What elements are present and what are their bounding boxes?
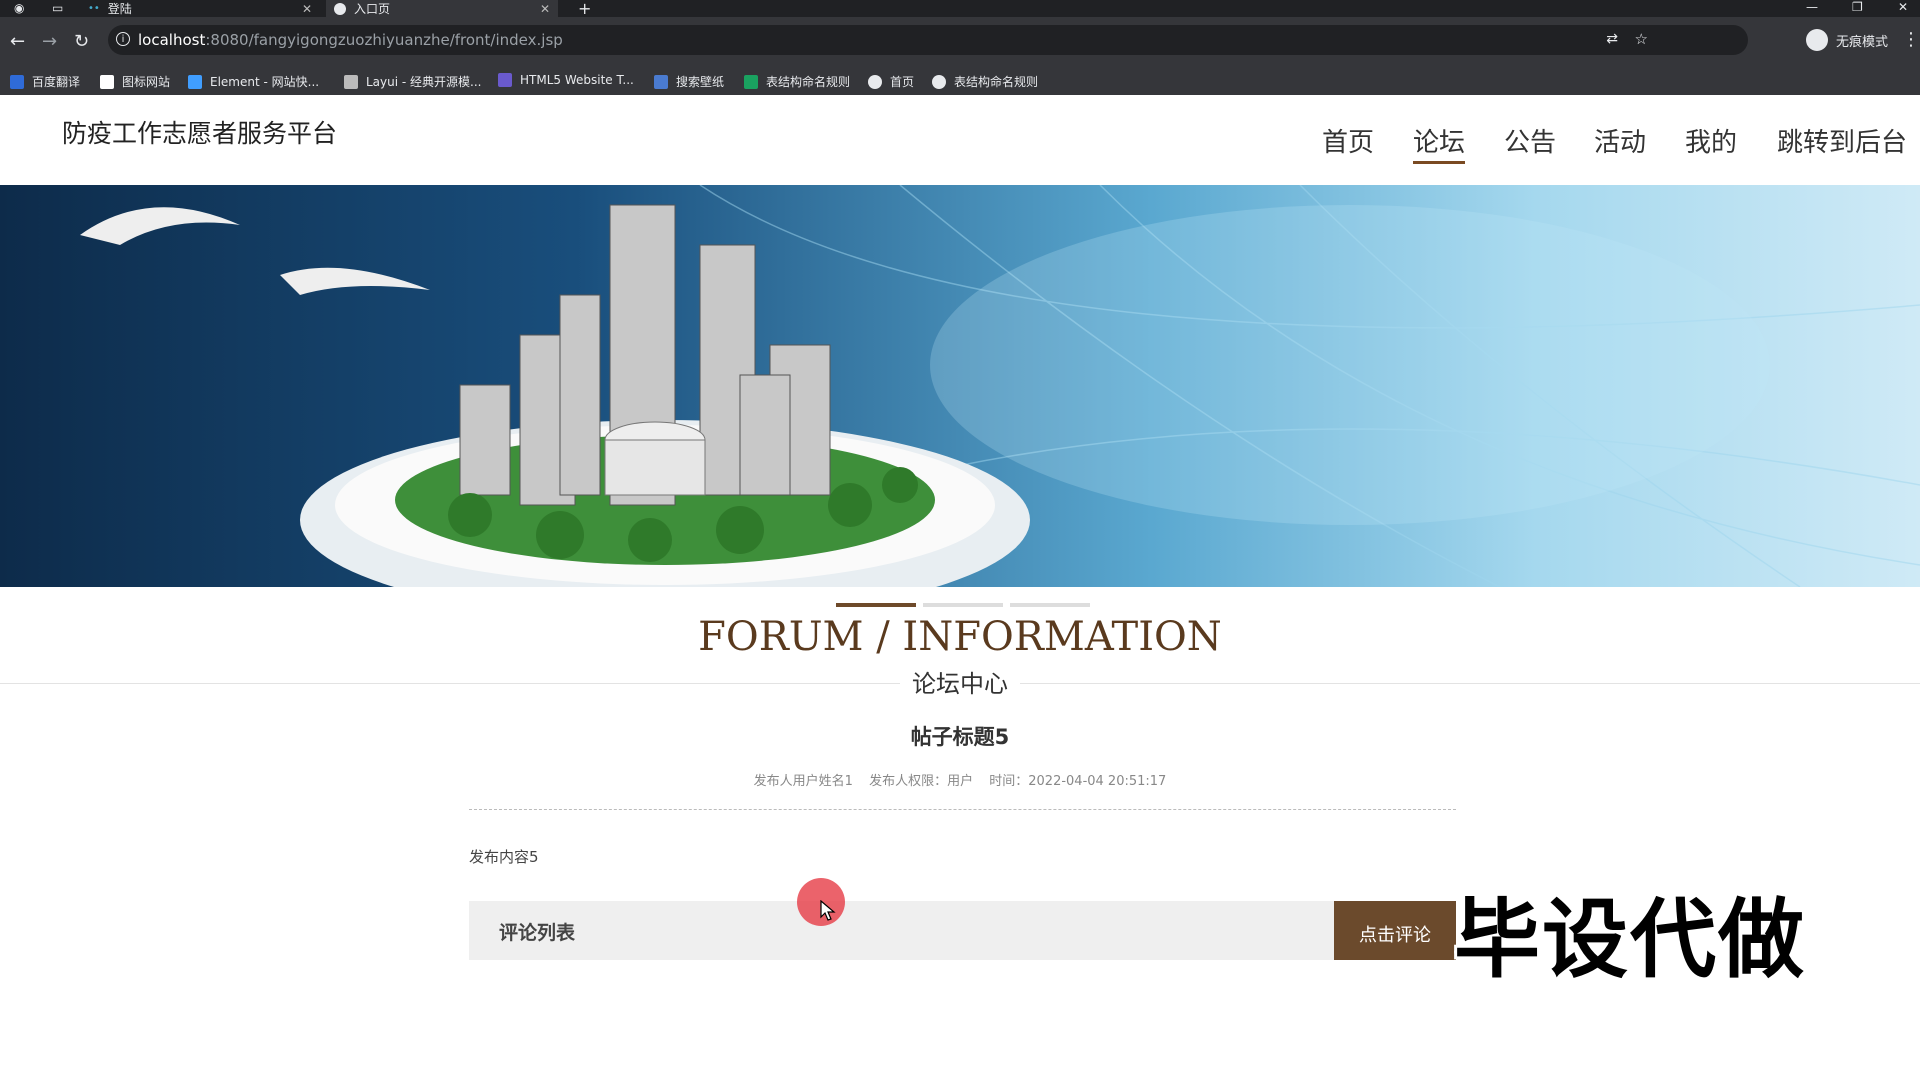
- nav-backend[interactable]: 跳转到后台: [1777, 122, 1907, 159]
- bookmark-label: HTML5 Website T...: [520, 73, 634, 87]
- site-info-icon[interactable]: i: [116, 32, 130, 46]
- bookmark-item[interactable]: 图标网站: [100, 73, 170, 90]
- back-icon[interactable]: ←: [10, 31, 25, 52]
- loading-icon: ••: [88, 3, 100, 14]
- hero-banner[interactable]: [0, 185, 1920, 587]
- close-window-icon[interactable]: ✕: [1898, 0, 1908, 14]
- post-time: 时间：2022-04-04 20:51:17: [989, 774, 1167, 789]
- bookmark-item[interactable]: Element - 网站快...: [188, 73, 319, 90]
- globe-icon: [932, 74, 946, 89]
- url-host: localhost: [138, 31, 206, 49]
- close-tab-icon[interactable]: ✕: [302, 2, 312, 16]
- flag-icon: [100, 74, 114, 89]
- post-title: 帖子标题5: [910, 725, 1010, 749]
- close-tab-icon[interactable]: ✕: [540, 2, 550, 16]
- section-subtitle: 论坛中心: [0, 664, 1920, 699]
- wallpaper-icon: [654, 74, 668, 89]
- url-path: :8080/fangyigongzuozhiyuanzhe/front/inde…: [205, 31, 563, 49]
- html5-icon: [498, 73, 512, 87]
- minimize-icon[interactable]: —: [1806, 0, 1818, 14]
- carousel-indicators: [836, 603, 1090, 607]
- globe-icon: [868, 74, 882, 89]
- bookmark-label: 搜索壁纸: [676, 75, 725, 89]
- bookmark-item[interactable]: 搜索壁纸: [654, 73, 724, 90]
- translate-icon[interactable]: ⇄: [1606, 31, 1618, 47]
- new-tab-icon[interactable]: +: [578, 0, 591, 18]
- bookmark-label: 表结构命名规则: [954, 75, 1039, 89]
- bookmark-item[interactable]: 首页: [868, 73, 914, 90]
- bookmark-label: 首页: [890, 75, 915, 89]
- profile-label: 无痕模式: [1835, 34, 1888, 50]
- bookmark-item[interactable]: 表结构命名规则: [744, 73, 850, 90]
- carousel-dot[interactable]: [923, 603, 1003, 607]
- post-meta: 发布人用户姓名1 发布人权限：用户 时间：2022-04-04 20:51:17: [0, 770, 1920, 789]
- translate-bookmark-icon: [10, 74, 24, 89]
- tab-login[interactable]: •• 登陆 ✕: [88, 0, 320, 17]
- nav-home[interactable]: 首页: [1322, 122, 1374, 159]
- nav-mine[interactable]: 我的: [1685, 122, 1737, 159]
- bookmark-label: 图标网站: [122, 75, 171, 89]
- globe-icon: [334, 2, 346, 15]
- bookmark-item[interactable]: 百度翻译: [10, 73, 80, 90]
- incognito-profile[interactable]: 无痕模式: [1805, 25, 1888, 55]
- tab-label: 入口页: [354, 2, 391, 16]
- site-header: 防疫工作志愿者服务平台 首页 论坛 公告 活动 我的 跳转到后台: [0, 95, 1920, 185]
- site-title: 防疫工作志愿者服务平台: [62, 119, 338, 148]
- post-author: 发布人用户姓名1: [753, 774, 853, 789]
- bookmark-item[interactable]: HTML5 Website T...: [498, 73, 634, 87]
- post-divider: [469, 809, 1456, 810]
- bookmark-item[interactable]: Layui - 经典开源模...: [344, 73, 481, 90]
- forward-icon[interactable]: →: [42, 31, 57, 52]
- restore-icon[interactable]: ❐: [1852, 0, 1863, 14]
- comments-header: 评论列表: [469, 901, 1335, 960]
- incognito-icon: [1805, 29, 1828, 51]
- bookmarks-bar: 百度翻译 图标网站 Element - 网站快... Layui - 经典开源模…: [0, 69, 1920, 96]
- reload-icon[interactable]: ↻: [74, 31, 89, 52]
- browser-menu-icon[interactable]: ◉: [14, 1, 24, 15]
- comments-title: 评论列表: [499, 922, 576, 944]
- tab-strip-icon[interactable]: ▭: [52, 1, 63, 15]
- tab-label: 登陆: [107, 2, 132, 16]
- mouse-cursor-icon: [820, 900, 836, 921]
- add-comment-button[interactable]: 点击评论: [1334, 901, 1456, 960]
- element-icon: [188, 74, 202, 89]
- carousel-dot[interactable]: [836, 603, 916, 607]
- watermark-text: 毕设代做: [1454, 890, 1806, 990]
- nav-activity[interactable]: 活动: [1594, 122, 1646, 159]
- layui-icon: [344, 74, 358, 89]
- nav-forum[interactable]: 论坛: [1413, 122, 1466, 164]
- browser-tab-bar: ◉ ▭ •• 登陆 ✕ 入口页 ✕ + — ❐ ✕: [0, 0, 1920, 18]
- section-title: FORUM / INFORMATION: [698, 614, 1222, 660]
- bookmark-label: 百度翻译: [32, 75, 81, 89]
- banner-image: [80, 185, 1920, 587]
- bookmark-label: 表结构命名规则: [766, 75, 851, 89]
- url-input[interactable]: i localhost:8080/fangyigongzuozhiyuanzhe…: [108, 25, 1748, 55]
- bookmark-label: Element - 网站快...: [210, 75, 320, 89]
- post-content: 发布内容5: [469, 848, 539, 866]
- nav-announcement[interactable]: 公告: [1504, 122, 1556, 159]
- address-bar-area: ← → ↻ i localhost:8080/fangyigongzuozhiy…: [0, 17, 1920, 69]
- sheet-icon: [744, 74, 758, 89]
- bookmark-label: Layui - 经典开源模...: [366, 75, 482, 89]
- bookmark-item[interactable]: 表结构命名规则: [932, 73, 1038, 90]
- browser-menu-kebab-icon[interactable]: ⋮: [1902, 29, 1920, 50]
- post-role: 发布人权限：用户: [869, 774, 974, 789]
- star-icon[interactable]: ☆: [1635, 30, 1648, 48]
- section-subtitle-text: 论坛中心: [900, 670, 1020, 698]
- carousel-dot[interactable]: [1010, 603, 1090, 607]
- tab-entry[interactable]: 入口页 ✕: [326, 0, 558, 17]
